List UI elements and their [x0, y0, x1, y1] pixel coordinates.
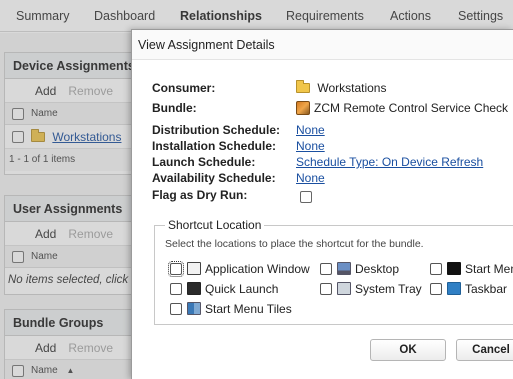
desktop-checkbox[interactable]: [320, 263, 332, 275]
taskbar-checkbox[interactable]: [430, 283, 442, 295]
quick-launch-checkbox[interactable]: [170, 283, 182, 295]
assignment-details-dialog: View Assignment Details Consumer: Workst…: [131, 29, 513, 379]
availability-schedule-link[interactable]: None: [296, 171, 325, 185]
option-start-menu-tiles[interactable]: Start Menu Tiles: [170, 302, 292, 316]
taskbar-icon: [447, 282, 461, 295]
option-desktop[interactable]: Desktop: [320, 262, 399, 276]
availability-schedule-label: Availability Schedule:: [152, 171, 276, 185]
consumer-name: Workstations: [317, 81, 387, 95]
option-taskbar[interactable]: Taskbar: [430, 282, 507, 296]
consumer-value: Workstations: [296, 80, 387, 95]
system-tray-icon: [337, 282, 351, 295]
launch-schedule-link[interactable]: Schedule Type: On Device Refresh: [296, 155, 483, 169]
application-window-label: Application Window: [205, 262, 310, 276]
quick-launch-label: Quick Launch: [205, 282, 279, 296]
quick-launch-icon: [187, 282, 201, 295]
start-menu-icon: [447, 262, 461, 275]
option-start-menu[interactable]: Start Menu: [430, 262, 513, 276]
option-system-tray[interactable]: System Tray: [320, 282, 422, 296]
start-menu-tiles-label: Start Menu Tiles: [205, 302, 292, 316]
desktop-icon: [337, 262, 351, 275]
option-application-window[interactable]: Application Window: [168, 261, 310, 277]
dry-run-checkbox[interactable]: [300, 191, 312, 203]
installation-schedule-label: Installation Schedule:: [152, 139, 277, 153]
dialog-title: View Assignment Details: [132, 30, 513, 60]
system-tray-checkbox[interactable]: [320, 283, 332, 295]
option-quick-launch[interactable]: Quick Launch: [170, 282, 278, 296]
shortcut-location-legend: Shortcut Location: [165, 218, 265, 232]
start-menu-tiles-icon: [187, 302, 201, 315]
bundle-icon: [296, 101, 310, 115]
cancel-button[interactable]: Cancel: [456, 339, 513, 361]
system-tray-label: System Tray: [355, 282, 422, 296]
desktop-label: Desktop: [355, 262, 400, 276]
shortcut-hint: Select the locations to place the shortc…: [165, 238, 424, 250]
shortcut-location-group: Shortcut Location Select the locations t…: [154, 218, 513, 325]
start-menu-tiles-checkbox[interactable]: [170, 303, 182, 315]
installation-schedule-link[interactable]: None: [296, 139, 325, 153]
application-window-icon: [187, 262, 201, 275]
consumer-label: Consumer:: [152, 81, 216, 95]
launch-schedule-label: Launch Schedule:: [152, 155, 256, 169]
taskbar-label: Taskbar: [465, 282, 508, 296]
distribution-schedule-link[interactable]: None: [296, 123, 325, 137]
folder-icon: [296, 80, 310, 93]
dry-run-label: Flag as Dry Run:: [152, 188, 248, 202]
bundle-label: Bundle:: [152, 101, 197, 115]
application-window-checkbox[interactable]: [168, 261, 184, 277]
start-menu-label: Start Menu: [465, 262, 513, 276]
bundle-name: ZCM Remote Control Service Check: [314, 101, 509, 115]
distribution-schedule-label: Distribution Schedule:: [152, 123, 281, 137]
ok-button[interactable]: OK: [370, 339, 446, 361]
bundle-value: ZCM Remote Control Service Check: [296, 101, 508, 115]
start-menu-checkbox[interactable]: [430, 263, 442, 275]
